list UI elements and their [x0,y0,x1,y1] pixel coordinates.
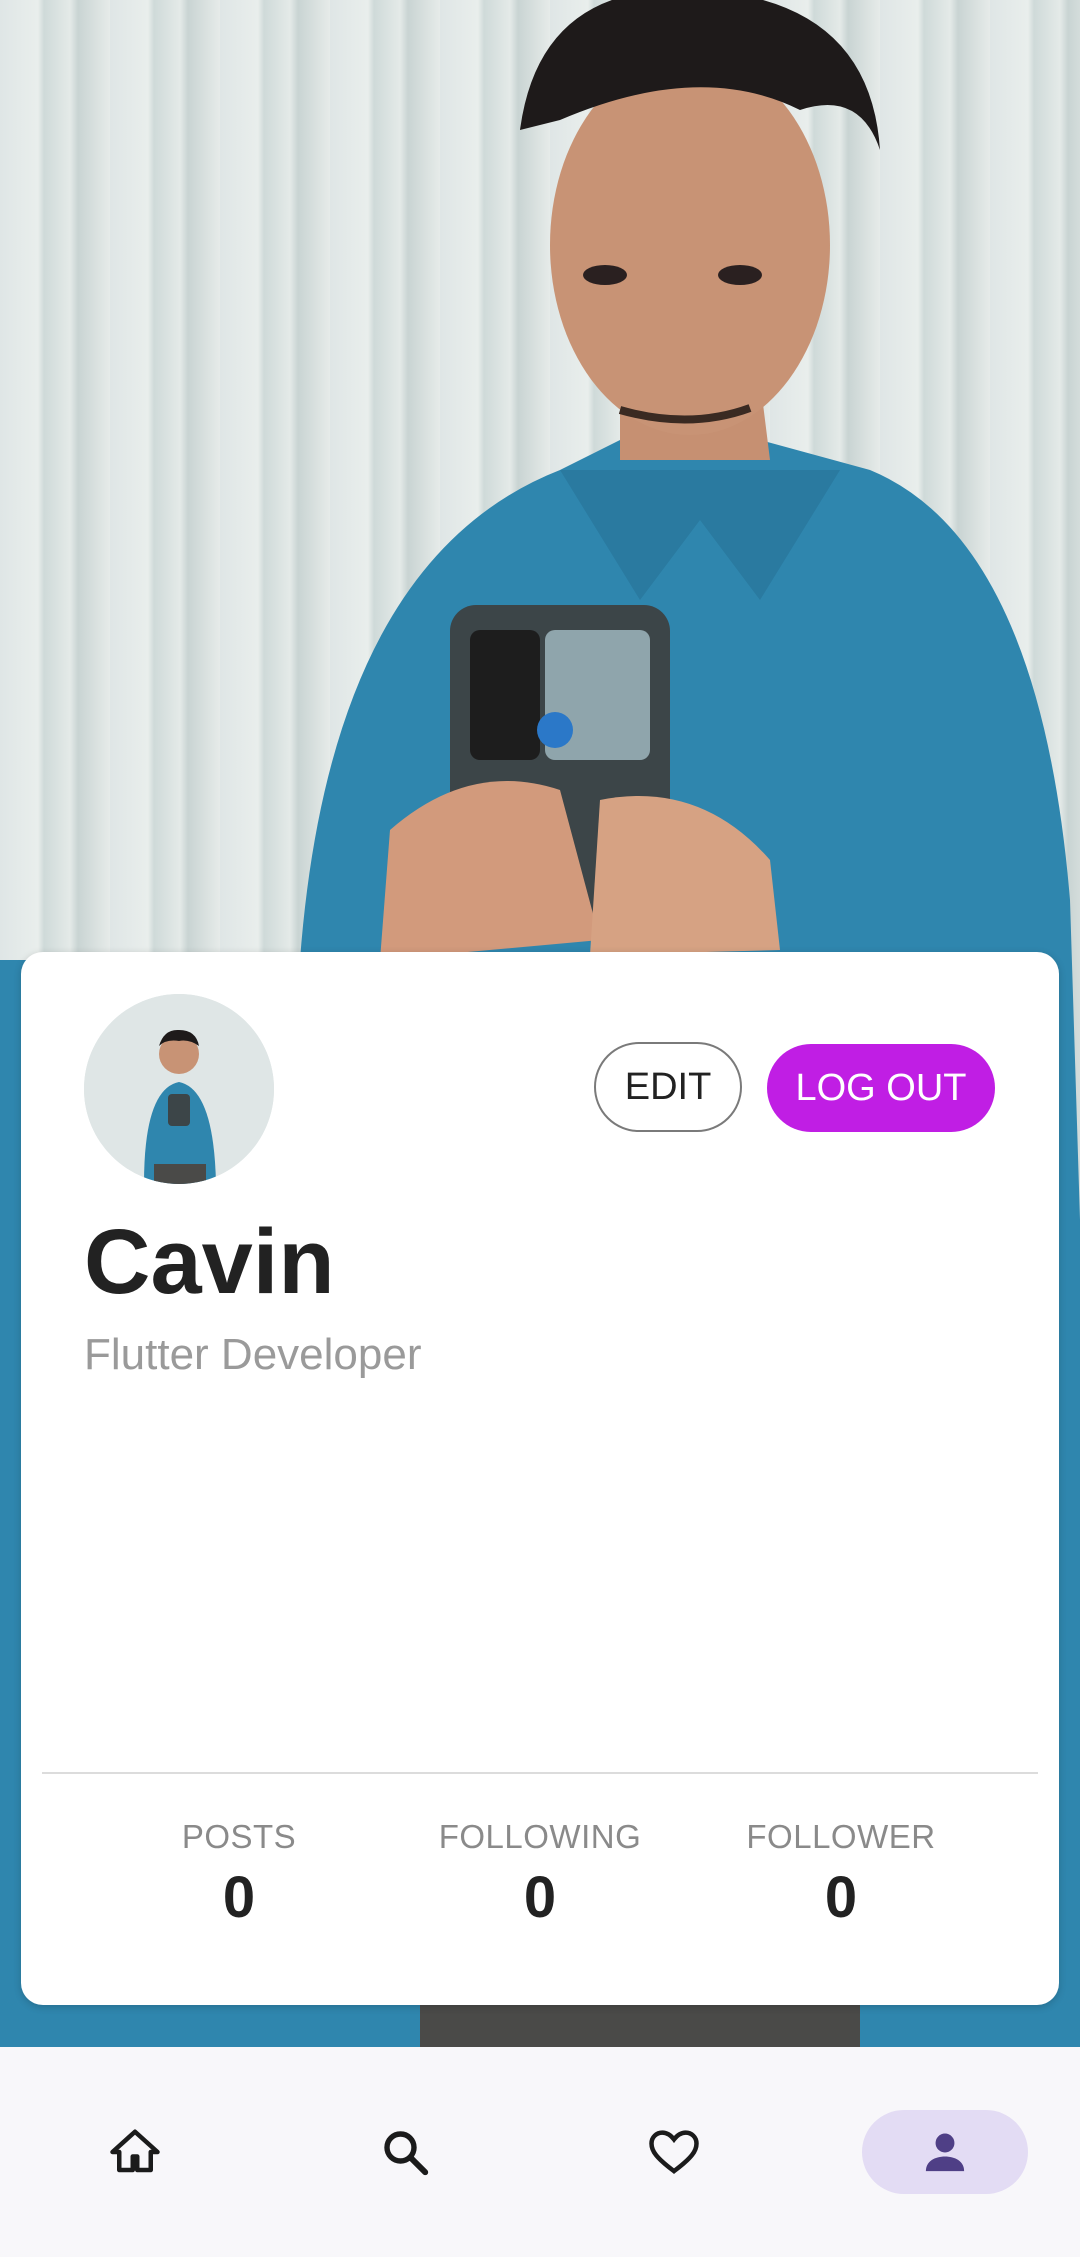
person-icon [925,2133,965,2172]
logout-button[interactable]: LOG OUT [767,1044,995,1132]
nav-favorites[interactable] [591,2110,757,2194]
stat-follower[interactable]: FOLLOWER 0 [681,1818,1001,1931]
stat-value: 0 [222,1865,256,1930]
stat-label: POSTS [181,1818,297,1855]
profile-role: Flutter Developer [84,1330,422,1379]
divider [42,1772,1038,1774]
stat-posts[interactable]: POSTS 0 [79,1818,399,1931]
edit-button[interactable]: EDIT [594,1042,742,1132]
avatar[interactable] [84,994,274,1184]
stat-value: 0 [523,1865,557,1930]
home-icon [110,2129,160,2173]
stat-following[interactable]: FOLLOWING 0 [380,1818,700,1931]
bottom-navigation-bar [0,2047,1080,2257]
nav-home[interactable] [52,2110,218,2194]
nav-profile[interactable] [862,2110,1028,2194]
stat-value: 0 [824,1865,858,1930]
search-icon [384,2131,429,2176]
profile-name: Cavin [84,1211,335,1313]
stat-label: FOLLOWER [746,1818,936,1855]
profile-card: EDIT LOG OUT Cavin Flutter Developer POS… [21,952,1059,2005]
stats-row: POSTS 0 FOLLOWING 0 FOLLOWER 0 [21,1818,1059,1968]
heart-icon [649,2130,699,2174]
nav-search[interactable] [322,2110,488,2194]
stat-label: FOLLOWING [438,1818,642,1855]
